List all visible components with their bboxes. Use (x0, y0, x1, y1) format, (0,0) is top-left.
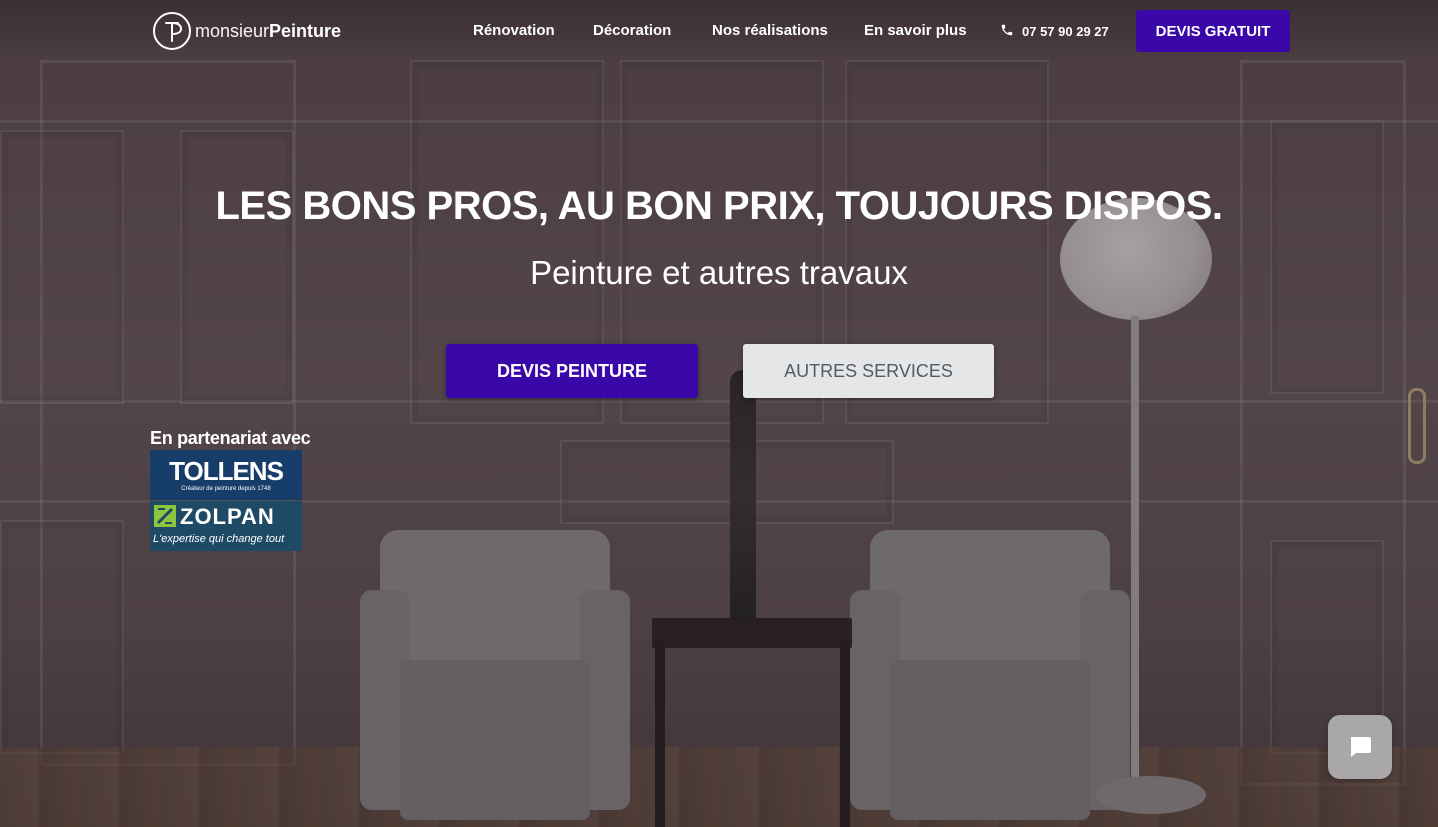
hero-title: LES BONS PROS, AU BON PRIX, TOUJOURS DIS… (215, 184, 1223, 228)
tollens-name: TOLLENS (169, 456, 284, 486)
autres-services-button[interactable]: AUTRES SERVICES (743, 344, 994, 398)
logo-mark-icon (153, 12, 191, 50)
zolpan-logo[interactable]: ZOLPAN L'expertise qui change tout (150, 501, 302, 551)
zolpan-name: ZOLPAN (180, 504, 275, 529)
phone-number: 07 57 90 29 27 (1022, 24, 1109, 39)
chat-icon (1346, 732, 1374, 763)
partner-label: En partenariat avec (150, 428, 311, 448)
zolpan-mark-icon (154, 505, 176, 527)
phone-link[interactable]: 07 57 90 29 27 (1000, 23, 1109, 40)
tollens-tagline: Créateur de peinture depuis 1748 (181, 486, 271, 492)
chat-button[interactable] (1328, 715, 1392, 779)
hero-overlay (0, 0, 1438, 827)
hero-background-image (0, 0, 1438, 827)
phone-icon (1000, 23, 1014, 40)
nav-link-renovation[interactable]: Rénovation (473, 22, 555, 39)
zolpan-tagline: L'expertise qui change tout (153, 533, 285, 545)
hero-subtitle: Peinture et autres travaux (530, 254, 908, 291)
logo-text-light: monsieur (195, 20, 270, 41)
nav-link-en-savoir-plus[interactable]: En savoir plus (864, 22, 967, 39)
logo-text-bold: Peinture (269, 20, 342, 41)
tollens-logo[interactable]: TOLLENS Créateur de peinture depuis 1748 (150, 450, 302, 500)
page: monsieurPeinture Rénovation Décoration N… (0, 0, 1438, 827)
devis-gratuit-button[interactable]: DEVIS GRATUIT (1136, 10, 1290, 52)
site-logo[interactable]: monsieurPeinture (153, 10, 341, 52)
devis-peinture-button[interactable]: DEVIS PEINTURE (446, 344, 698, 398)
logo-text: monsieurPeinture (195, 21, 341, 42)
nav-link-realisations[interactable]: Nos réalisations (712, 22, 828, 39)
site-header: monsieurPeinture Rénovation Décoration N… (0, 0, 1438, 62)
nav-link-decoration[interactable]: Décoration (593, 22, 671, 39)
